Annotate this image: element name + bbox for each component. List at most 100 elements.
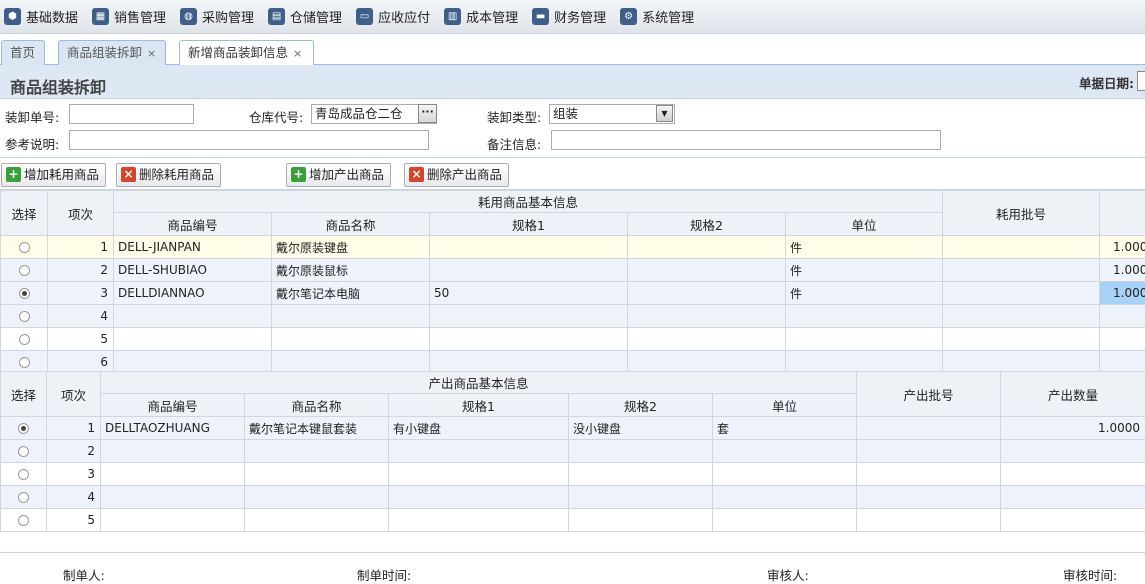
qty-cell[interactable] — [1001, 486, 1145, 509]
menu-sales[interactable]: ▦销售管理 — [92, 7, 166, 26]
radio-button[interactable] — [19, 288, 30, 299]
batch-cell[interactable] — [943, 328, 1100, 351]
radio-button[interactable] — [18, 423, 29, 434]
table-row[interactable]: 4 — [1, 305, 1145, 328]
unit-cell[interactable]: 件 — [786, 236, 943, 259]
batch-cell[interactable] — [857, 486, 1001, 509]
table-row[interactable]: 3 — [1, 463, 1145, 486]
spec2-cell[interactable] — [569, 486, 713, 509]
spec2-cell[interactable] — [628, 305, 786, 328]
add-consume-button[interactable]: +增加耗用商品 — [1, 163, 106, 187]
name-cell[interactable] — [245, 509, 389, 532]
qty-cell[interactable] — [1100, 328, 1145, 351]
name-cell[interactable] — [245, 440, 389, 463]
close-icon[interactable]: × — [293, 47, 302, 60]
remark-input[interactable] — [551, 130, 941, 150]
radio-button[interactable] — [19, 265, 30, 276]
spec2-cell[interactable] — [628, 328, 786, 351]
code-cell[interactable]: DELL-SHUBIAO — [114, 259, 272, 282]
select-cell[interactable] — [1, 440, 47, 463]
radio-button[interactable] — [19, 357, 30, 368]
code-cell[interactable]: DELLTAOZHUANG — [101, 417, 245, 440]
radio-button[interactable] — [18, 492, 29, 503]
spec1-cell[interactable] — [430, 328, 628, 351]
spec2-cell[interactable]: 没小键盘 — [569, 417, 713, 440]
warehouse-lookup-button[interactable]: ··· — [418, 104, 437, 123]
bill-no-input[interactable] — [69, 104, 194, 124]
menu-finance[interactable]: ▬财务管理 — [532, 7, 606, 26]
index-cell[interactable]: 1 — [48, 236, 114, 259]
select-cell[interactable] — [1, 305, 48, 328]
delete-output-button[interactable]: ×删除产出商品 — [404, 163, 509, 187]
radio-button[interactable] — [18, 515, 29, 526]
select-cell[interactable] — [1, 282, 48, 305]
index-cell[interactable]: 4 — [48, 305, 114, 328]
unit-cell[interactable]: 件 — [786, 259, 943, 282]
radio-button[interactable] — [19, 334, 30, 345]
name-cell[interactable]: 戴尔原装鼠标 — [272, 259, 430, 282]
radio-button[interactable] — [18, 446, 29, 457]
qty-cell[interactable]: 1.0000 — [1100, 236, 1145, 259]
spec2-cell[interactable] — [569, 509, 713, 532]
select-cell[interactable] — [1, 328, 48, 351]
index-cell[interactable]: 2 — [47, 440, 101, 463]
code-cell[interactable] — [114, 328, 272, 351]
code-cell[interactable] — [101, 509, 245, 532]
spec1-cell[interactable] — [430, 259, 628, 282]
batch-cell[interactable] — [943, 236, 1100, 259]
radio-button[interactable] — [18, 469, 29, 480]
unit-cell[interactable]: 件 — [786, 282, 943, 305]
spec1-cell[interactable]: 有小键盘 — [389, 417, 569, 440]
qty-cell[interactable] — [1001, 440, 1145, 463]
select-cell[interactable] — [1, 486, 47, 509]
batch-cell[interactable] — [943, 282, 1100, 305]
tab-new-assembly[interactable]: 新增商品装卸信息× — [179, 40, 314, 66]
menu-system[interactable]: ⚙系统管理 — [620, 7, 694, 26]
menu-warehouse[interactable]: ▤仓储管理 — [268, 7, 342, 26]
select-cell[interactable] — [1, 509, 47, 532]
menu-receivable-payable[interactable]: ▭应收应付 — [356, 7, 430, 26]
name-cell[interactable] — [245, 486, 389, 509]
table-row[interactable]: 2DELL-SHUBIAO戴尔原装鼠标 件 1.0000 — [1, 259, 1145, 282]
name-cell[interactable] — [272, 328, 430, 351]
index-cell[interactable]: 2 — [48, 259, 114, 282]
menu-basic-data[interactable]: ⬢基础数据 — [4, 7, 78, 26]
batch-cell[interactable] — [857, 440, 1001, 463]
radio-button[interactable] — [19, 311, 30, 322]
menu-purchase[interactable]: ◍采购管理 — [180, 7, 254, 26]
code-cell[interactable] — [101, 440, 245, 463]
spec2-cell[interactable] — [628, 236, 786, 259]
qty-cell[interactable] — [1100, 305, 1145, 328]
menu-cost[interactable]: ▥成本管理 — [444, 7, 518, 26]
name-cell[interactable]: 戴尔笔记本电脑 — [272, 282, 430, 305]
index-cell[interactable]: 3 — [48, 282, 114, 305]
unit-cell[interactable] — [713, 440, 857, 463]
spec1-cell[interactable] — [430, 236, 628, 259]
code-cell[interactable] — [114, 305, 272, 328]
name-cell[interactable]: 戴尔笔记本键鼠套装 — [245, 417, 389, 440]
name-cell[interactable] — [245, 463, 389, 486]
qty-cell[interactable]: 1.0000 — [1100, 259, 1145, 282]
index-cell[interactable]: 5 — [47, 509, 101, 532]
qty-cell[interactable] — [1001, 509, 1145, 532]
spec1-cell[interactable]: 50 — [430, 282, 628, 305]
index-cell[interactable]: 3 — [47, 463, 101, 486]
name-cell[interactable] — [272, 305, 430, 328]
table-row[interactable]: 5 — [1, 328, 1145, 351]
spec2-cell[interactable] — [569, 463, 713, 486]
unit-cell[interactable] — [713, 509, 857, 532]
add-output-button[interactable]: +增加产出商品 — [286, 163, 391, 187]
name-cell[interactable]: 戴尔原装键盘 — [272, 236, 430, 259]
batch-cell[interactable] — [857, 509, 1001, 532]
spec1-cell[interactable] — [389, 486, 569, 509]
code-cell[interactable] — [101, 486, 245, 509]
tab-home[interactable]: 首页 — [1, 40, 45, 65]
index-cell[interactable]: 1 — [47, 417, 101, 440]
batch-cell[interactable] — [857, 463, 1001, 486]
tab-assembly-list[interactable]: 商品组装拆卸× — [58, 40, 166, 65]
delete-consume-button[interactable]: ×删除耗用商品 — [116, 163, 221, 187]
unit-cell[interactable] — [786, 305, 943, 328]
qty-cell[interactable]: 1.0000 — [1100, 282, 1145, 305]
unit-cell[interactable] — [786, 328, 943, 351]
batch-cell[interactable] — [857, 417, 1001, 440]
